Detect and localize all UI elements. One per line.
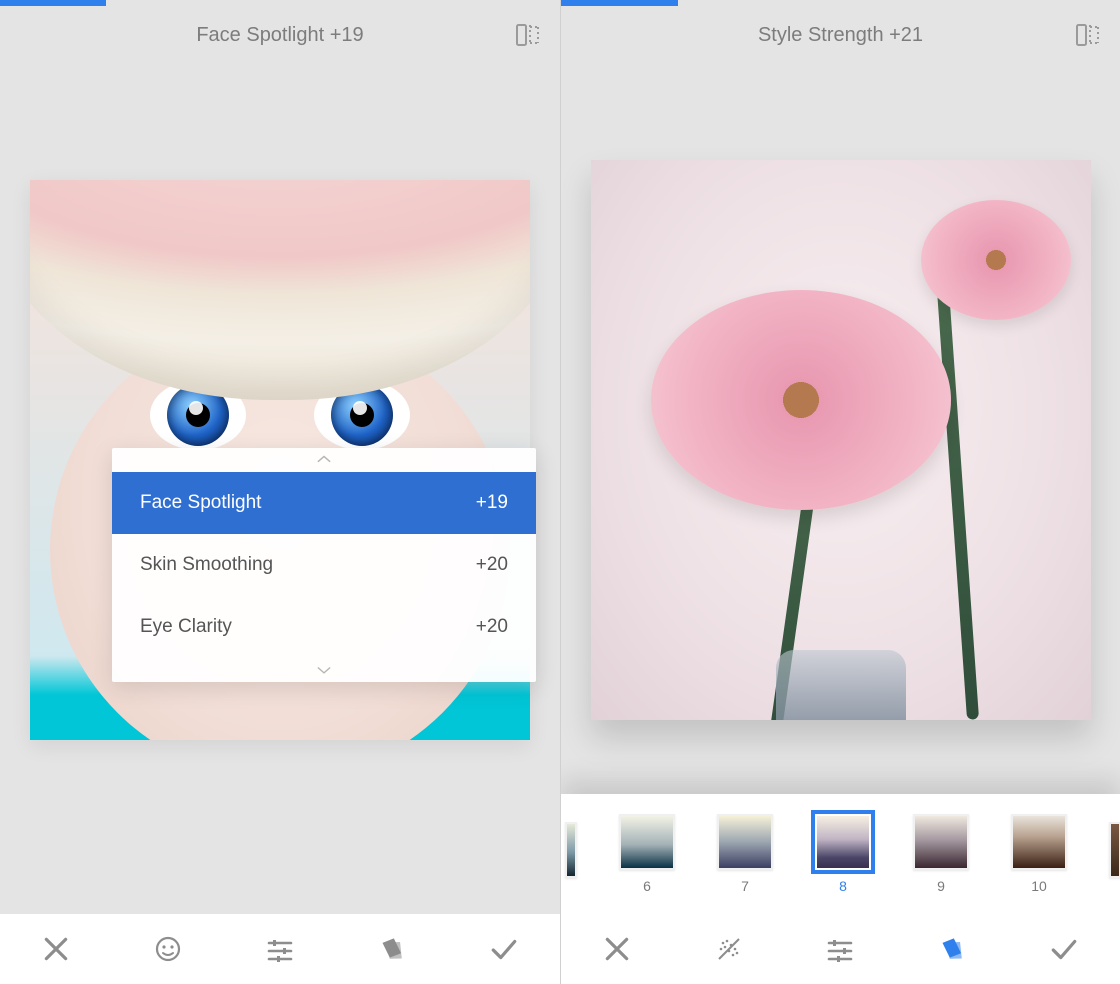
tune-button[interactable] <box>820 929 860 969</box>
style-filter-strip[interactable]: 6 7 8 9 10 <box>561 794 1120 914</box>
style-filter-9[interactable]: 9 <box>913 814 969 894</box>
face-button[interactable] <box>148 929 188 969</box>
adjustment-title: Style Strength +21 <box>758 24 923 47</box>
editor-header: Style Strength +21 <box>561 0 1120 70</box>
panel-scroll-down[interactable] <box>112 658 536 682</box>
style-filter-label: 8 <box>839 878 847 894</box>
styles-button[interactable] <box>932 929 972 969</box>
apply-button[interactable] <box>484 929 524 969</box>
style-filter-thumb <box>565 822 577 878</box>
style-filter-10[interactable]: 10 <box>1011 814 1067 894</box>
adjustment-row-label: Skin Smoothing <box>140 554 273 576</box>
editor-screen-styles: Style Strength +21 6 7 8 9 10 <box>560 0 1120 984</box>
style-filter-edge-6[interactable] <box>1109 822 1120 886</box>
style-filter-label: 10 <box>1031 878 1047 894</box>
close-icon <box>602 934 632 964</box>
style-filter-7[interactable]: 7 <box>717 814 773 894</box>
editor-header: Face Spotlight +19 <box>0 0 560 70</box>
chevron-down-icon <box>314 660 334 680</box>
crosshatch-button[interactable] <box>709 929 749 969</box>
image-canvas[interactable] <box>561 70 1120 794</box>
face-icon <box>154 935 182 963</box>
style-filter-edge-0[interactable] <box>565 822 577 886</box>
sliders-icon <box>266 935 294 963</box>
adjustment-slider-panel[interactable]: Face Spotlight+19Skin Smoothing+20Eye Cl… <box>112 448 536 682</box>
style-filter-thumb <box>815 814 871 870</box>
style-filter-8[interactable]: 8 <box>815 814 871 894</box>
apply-button[interactable] <box>1044 929 1084 969</box>
adjustment-title: Face Spotlight +19 <box>196 24 363 47</box>
adjustment-row-face-spotlight[interactable]: Face Spotlight +19 <box>112 472 536 534</box>
palette-icon <box>938 935 966 963</box>
style-filter-label: 9 <box>937 878 945 894</box>
cancel-button[interactable] <box>36 929 76 969</box>
style-filter-thumb <box>913 814 969 870</box>
compare-icon <box>514 21 542 49</box>
photo-placeholder <box>591 160 1091 720</box>
adjustment-row-skin-smoothing[interactable]: Skin Smoothing +20 <box>112 534 536 596</box>
style-filter-6[interactable]: 6 <box>619 814 675 894</box>
compare-button[interactable] <box>514 21 542 49</box>
check-icon <box>1049 934 1079 964</box>
style-filter-label: 7 <box>741 878 749 894</box>
close-icon <box>41 934 71 964</box>
adjustment-row-label: Face Spotlight <box>140 492 261 514</box>
style-filter-thumb <box>717 814 773 870</box>
style-filter-thumb <box>619 814 675 870</box>
compare-icon <box>1074 21 1102 49</box>
scatter-icon <box>715 935 743 963</box>
image-frame <box>591 160 1091 720</box>
compare-button[interactable] <box>1074 21 1102 49</box>
cancel-button[interactable] <box>597 929 637 969</box>
adjustment-row-value: +20 <box>476 616 508 638</box>
tune-button[interactable] <box>260 929 300 969</box>
palette-icon <box>378 935 406 963</box>
check-icon <box>489 934 519 964</box>
chevron-up-icon <box>314 450 334 470</box>
adjustment-row-label: Eye Clarity <box>140 616 232 638</box>
styles-button[interactable] <box>372 929 412 969</box>
editor-toolbar <box>0 914 560 984</box>
sliders-icon <box>826 935 854 963</box>
image-canvas[interactable]: Face Spotlight+19Skin Smoothing+20Eye Cl… <box>0 70 560 914</box>
editor-toolbar <box>561 914 1120 984</box>
image-frame: Face Spotlight +19 Skin Smoothing +20 Eye Cl… <box>30 180 530 740</box>
style-filter-label: 6 <box>643 878 651 894</box>
adjustment-row-value: +19 <box>476 492 508 514</box>
style-filter-thumb <box>1109 822 1120 878</box>
adjustment-row-value: +20 <box>476 554 508 576</box>
editor-screen-portrait: Face Spotlight +19 Face Spotlight +19 Skin… <box>0 0 560 984</box>
adjustment-row-eye-clarity[interactable]: Eye Clarity +20 <box>112 596 536 658</box>
style-filter-thumb <box>1011 814 1067 870</box>
panel-scroll-up[interactable] <box>112 448 536 472</box>
